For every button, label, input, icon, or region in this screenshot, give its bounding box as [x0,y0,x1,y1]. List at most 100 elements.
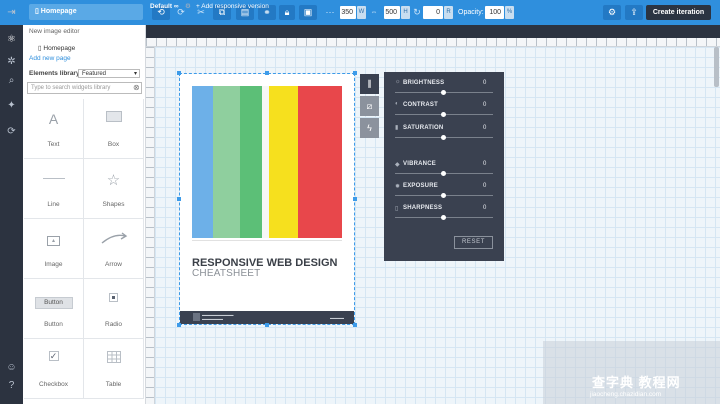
tab-default[interactable]: Default ∞ [150,2,178,11]
opacity-label: Opacity: [458,9,484,16]
rotate-icon: ↻ [413,7,421,17]
saturation-knob[interactable] [441,135,446,140]
resize-handle-tl[interactable] [177,71,181,75]
vibrance-icon: ◆ [395,162,400,168]
poster-logo-icon [193,313,200,321]
search-clear-icon[interactable]: ⊗ [133,83,140,92]
gear-icon[interactable]: ⚙ [185,2,191,11]
vertical-ruler [146,47,155,404]
widget-image[interactable]: ▴ Image [24,219,84,279]
stripe-red [298,86,342,238]
filters-tab[interactable]: ⫼ [360,74,379,94]
widget-arrow[interactable]: Arrow [84,219,144,279]
resize-handle-tr[interactable] [353,71,357,75]
image-crop-tab[interactable]: ⧄ [360,96,379,116]
more-icon[interactable]: ⋯ [324,5,336,20]
resize-handle-t[interactable] [265,71,269,75]
effects-tab[interactable]: ϟ [360,118,379,138]
vibrance-value: 0 [483,161,487,167]
network-icon[interactable]: ✲ [4,54,19,69]
contrast-knob[interactable] [441,112,446,117]
lock-button[interactable]: 🔒︎ [279,5,295,20]
widget-table[interactable]: Table [84,339,144,399]
saturation-value: 0 [483,125,487,131]
library-select[interactable]: Featured ▾ [78,69,140,78]
resize-handle-l[interactable] [177,197,181,201]
chain-icon[interactable]: ⇔ [368,5,380,20]
widget-search-input[interactable]: Type to search widgets library [27,82,142,94]
share-button[interactable]: ⇪ [625,5,643,20]
sharpness-knob[interactable] [441,215,446,220]
vibrance-label: VIBRANCE [403,161,436,167]
brightness-label: BRIGHTNESS [403,80,445,86]
button-icon: Button [24,293,83,309]
components-icon[interactable]: ⚛ [4,32,19,47]
radio-icon [84,291,143,305]
sharpness-icon: ▯ [395,206,399,212]
create-iteration-button[interactable]: Create iteration [646,5,711,20]
sharpness-label: SHARPNESS [403,205,443,211]
width-tag: W [357,6,366,19]
canvas-scrollbar[interactable] [714,47,719,87]
stripe-yellow [269,86,298,238]
widget-text[interactable]: A Text [24,99,84,159]
poster-subtitle: CHEATSHEET [192,268,261,279]
settings-button[interactable]: ⚙ [603,5,621,20]
crop-icon: ⧄ [366,101,373,111]
poster-footer-text: ▬▬▬▬▬▬▬▬▬ ▬▬▬▬▬▬ [202,313,234,321]
widget-box[interactable]: Box [84,99,144,159]
sharpness-value: 0 [483,205,487,211]
stripe-light-green [213,86,240,238]
text-icon: A [48,111,59,127]
line-icon [24,171,83,185]
editor-title: New image editor [29,28,80,35]
pin-icon[interactable]: ✦ [4,98,19,113]
current-page-item[interactable]: ▯ Homepage [38,44,75,52]
width-input[interactable]: 350 [340,6,356,19]
chevron-down-icon: ▾ [133,71,137,77]
reset-button[interactable]: RESET [454,236,493,249]
search-icon[interactable]: ⌕ [4,73,19,88]
exit-icon[interactable]: ⇥ [4,5,19,20]
stripe-blue [192,86,213,238]
resize-handle-bl[interactable] [177,323,181,327]
poster-color-stripes [192,86,342,238]
poster-axis-line [192,240,342,241]
resize-handle-br[interactable] [353,323,357,327]
exposure-knob[interactable] [441,193,446,198]
resize-handle-r[interactable] [353,197,357,201]
image-icon: ▴ [24,231,83,246]
widget-shapes[interactable]: ☆ Shapes [84,159,144,219]
sliders-icon: ⫼ [367,79,372,89]
vibrance-knob[interactable] [441,171,446,176]
opacity-input[interactable]: 100 [485,6,504,19]
contrast-value: 0 [483,102,487,108]
stripe-gap [262,86,269,238]
contrast-label: CONTRAST [403,102,438,108]
widget-line[interactable]: Line [24,159,84,219]
exposure-icon: ✹ [395,184,401,190]
widget-button[interactable]: Button Button [24,279,84,339]
widget-checkbox[interactable]: ✓ Checkbox [24,339,84,399]
table-icon [84,351,143,366]
page-selector[interactable]: ▯ Homepage [29,4,143,20]
history-icon[interactable]: ⟳ [4,124,19,139]
widget-radio[interactable]: Radio [84,279,144,339]
height-input[interactable]: 500 [384,6,400,19]
rotation-tag: R [444,6,453,19]
lightning-icon: ϟ [367,123,372,133]
user-avatar-icon[interactable]: ☺ [4,360,19,375]
checkbox-icon: ✓ [48,351,59,361]
add-responsive-button[interactable]: + Add responsive version [196,2,269,11]
rotation-input[interactable]: 0 [423,6,443,19]
exposure-value: 0 [483,183,487,189]
star-icon: ☆ [106,172,121,189]
brightness-knob[interactable] [441,90,446,95]
sun-icon: ☼ [395,79,401,85]
resize-handle-b[interactable] [265,323,269,327]
add-page-link[interactable]: Add new page [29,55,71,62]
help-icon[interactable]: ? [4,378,19,393]
saturation-label: SATURATION [403,125,444,131]
horizontal-ruler [146,38,720,47]
image-button[interactable]: ▣ [299,5,317,20]
